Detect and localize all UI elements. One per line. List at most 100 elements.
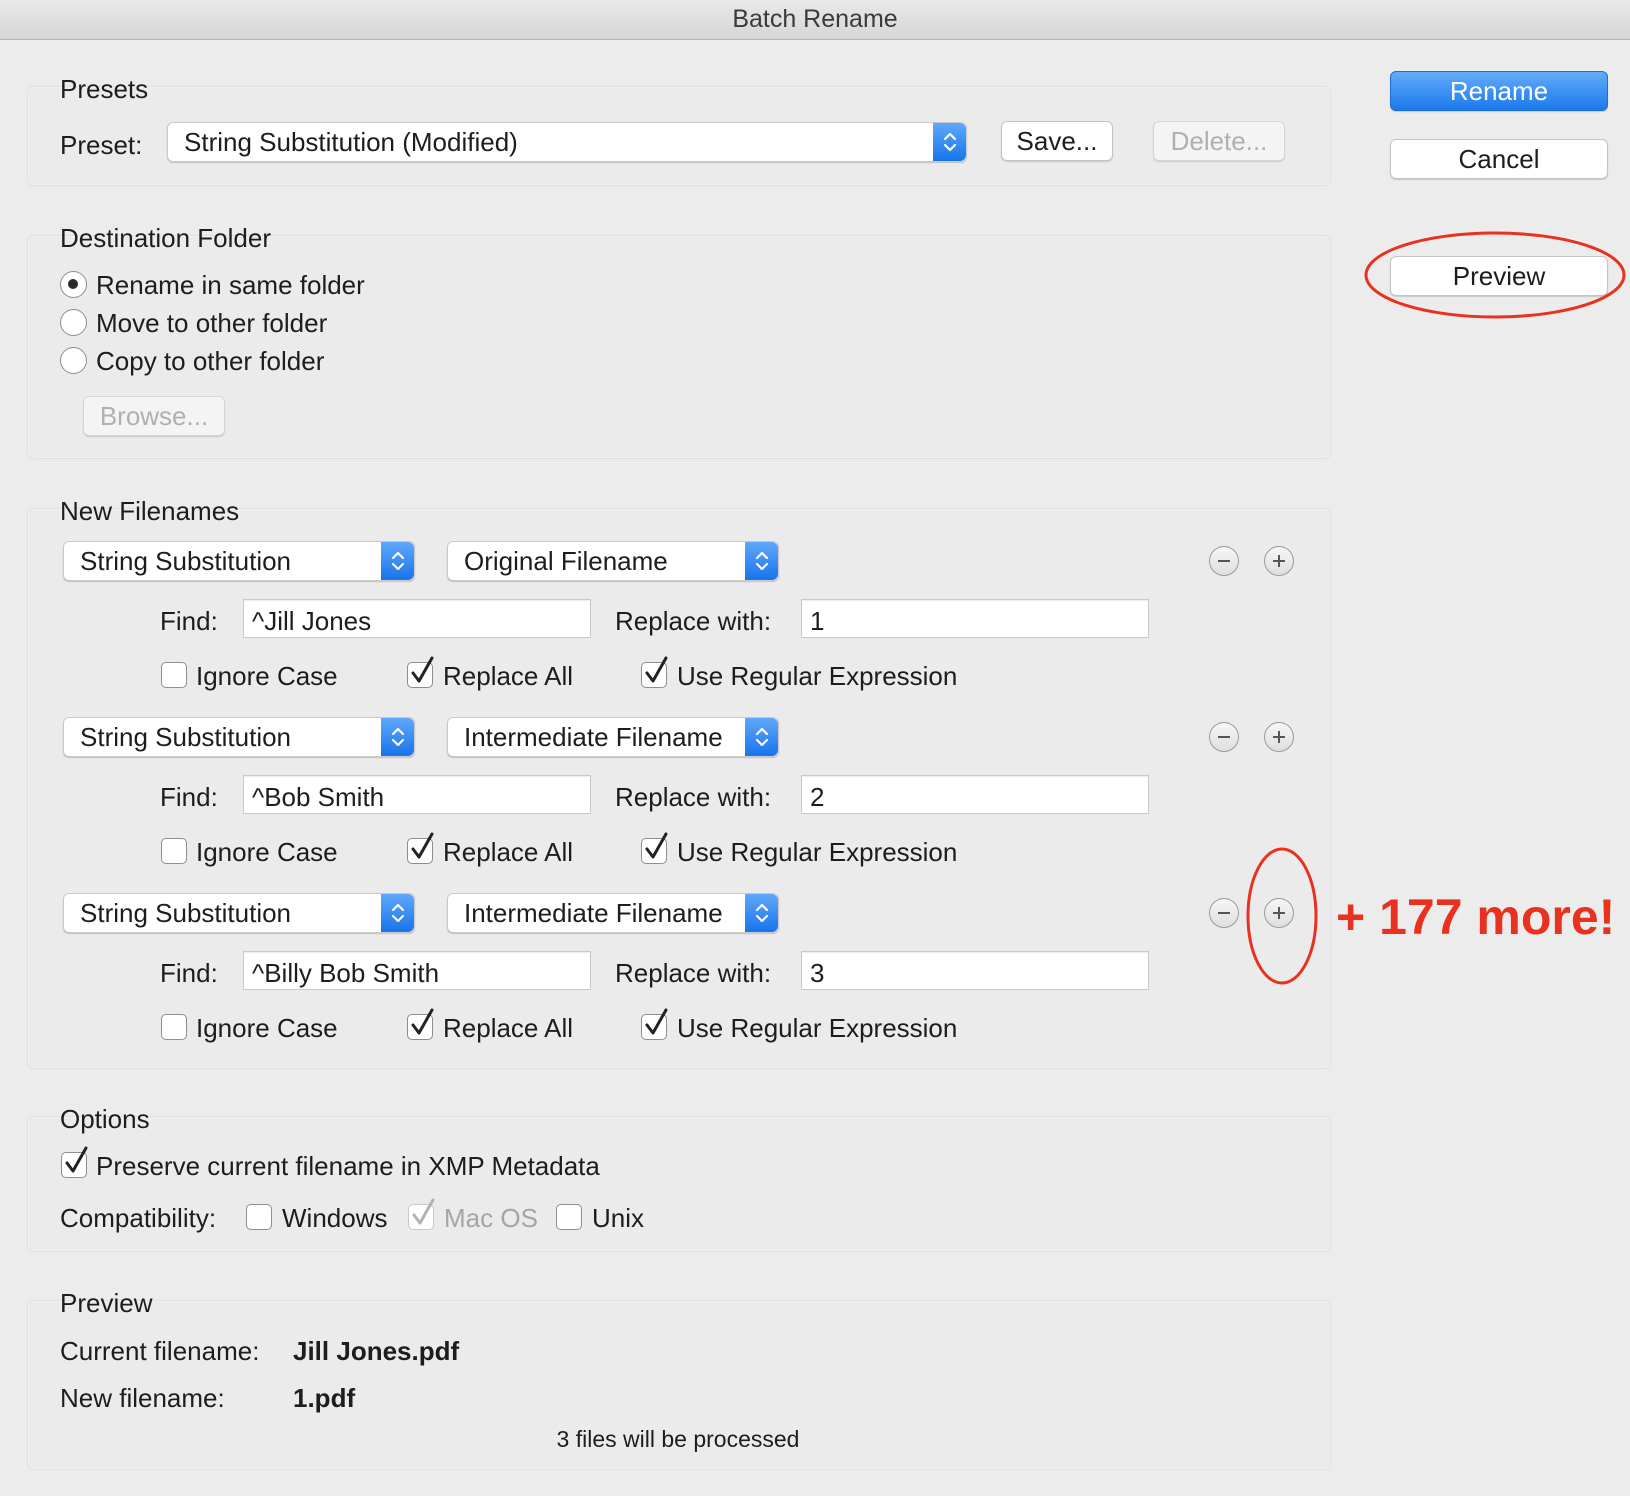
radio-selected-dot	[68, 279, 78, 289]
rename-button[interactable]: Rename	[1390, 71, 1608, 111]
chevron-updown-icon	[381, 542, 414, 580]
radio-label: Move to other folder	[96, 308, 328, 338]
use-regex-checkbox[interactable]	[641, 1008, 668, 1040]
chevron-updown-icon	[745, 894, 778, 932]
new-filenames-title: New Filenames	[60, 496, 240, 526]
minus-icon	[1218, 912, 1230, 914]
cancel-button[interactable]: Cancel	[1390, 139, 1608, 179]
use-regex-checkbox[interactable]	[641, 832, 668, 864]
replace-input[interactable]	[801, 951, 1149, 990]
save-preset-button[interactable]: Save...	[1001, 121, 1113, 161]
current-filename-value: Jill Jones.pdf	[293, 1336, 460, 1366]
ignore-case-checkbox[interactable]	[161, 662, 187, 688]
remove-rule-button[interactable]	[1209, 546, 1239, 576]
remove-rule-button[interactable]	[1209, 898, 1239, 928]
add-rule-button[interactable]	[1264, 722, 1294, 752]
preview-title: Preview	[60, 1288, 153, 1318]
new-filename-label: New filename:	[60, 1383, 225, 1413]
destination-title: Destination Folder	[60, 223, 271, 253]
replace-input[interactable]	[801, 775, 1149, 814]
replace-all-checkbox[interactable]	[407, 1008, 434, 1040]
find-input[interactable]	[243, 951, 591, 990]
annotation-text: + 177 more!	[1336, 889, 1616, 945]
ignore-case-checkbox[interactable]	[161, 1014, 187, 1040]
presets-title: Presets	[60, 74, 149, 104]
compatibility-label: Compatibility:	[60, 1203, 217, 1233]
replace-all-checkbox[interactable]	[407, 832, 434, 864]
checkbox-label: Preserve current filename in XMP Metadat…	[96, 1151, 600, 1181]
macos-checkbox[interactable]	[408, 1198, 435, 1230]
files-processed-count: 3 files will be processed	[556, 1426, 800, 1452]
preset-label: Preset:	[60, 130, 143, 160]
find-input[interactable]	[243, 599, 591, 638]
new-filename-value: 1.pdf	[293, 1383, 356, 1413]
radio-label: Rename in same folder	[96, 270, 365, 300]
add-button-highlight-circle	[1246, 847, 1318, 985]
rule-source-value: Intermediate Filename	[464, 898, 723, 928]
rule-source-select[interactable]: Intermediate Filename	[447, 893, 779, 933]
checkbox-label: Replace All	[443, 837, 574, 867]
checkbox-label: Unix	[592, 1203, 645, 1233]
radio-move-other-folder[interactable]	[60, 309, 87, 336]
checkmark-icon	[645, 832, 668, 859]
chevron-updown-icon	[745, 718, 778, 756]
checkbox-label: Windows	[282, 1203, 388, 1233]
minus-icon	[1218, 560, 1230, 562]
remove-rule-button[interactable]	[1209, 722, 1239, 752]
find-label: Find:	[160, 958, 218, 988]
chevron-updown-icon	[933, 123, 966, 161]
preview-highlight-circle	[1364, 231, 1626, 319]
rule-type-value: String Substitution	[80, 546, 292, 576]
checkmark-icon	[411, 656, 434, 683]
windows-checkbox[interactable]	[246, 1204, 272, 1230]
preset-select[interactable]: String Substitution (Modified)	[167, 122, 967, 162]
plus-icon	[1273, 731, 1285, 743]
checkbox-label: Use Regular Expression	[677, 661, 958, 691]
add-rule-button[interactable]	[1264, 546, 1294, 576]
checkbox-label: Ignore Case	[196, 837, 338, 867]
current-filename-label: Current filename:	[60, 1336, 260, 1366]
rule-source-select[interactable]: Intermediate Filename	[447, 717, 779, 757]
find-label: Find:	[160, 782, 218, 812]
rule-type-value: String Substitution	[80, 722, 292, 752]
checkmark-icon	[65, 1146, 88, 1173]
minus-icon	[1218, 736, 1230, 738]
radio-copy-other-folder[interactable]	[60, 347, 87, 374]
checkbox-label: Replace All	[443, 661, 574, 691]
preserve-filename-checkbox[interactable]	[61, 1146, 88, 1178]
checkbox-label: Use Regular Expression	[677, 1013, 958, 1043]
rule-type-select[interactable]: String Substitution	[63, 717, 415, 757]
checkmark-icon	[411, 832, 434, 859]
checkmark-icon	[645, 1008, 668, 1035]
rule-source-select[interactable]: Original Filename	[447, 541, 779, 581]
rule-type-value: String Substitution	[80, 898, 292, 928]
preset-select-value: String Substitution (Modified)	[184, 127, 518, 157]
plus-icon	[1273, 555, 1285, 567]
rule-type-select[interactable]: String Substitution	[63, 541, 415, 581]
browse-button[interactable]: Browse...	[83, 396, 225, 436]
replace-label: Replace with:	[615, 606, 772, 636]
checkbox-label: Ignore Case	[196, 1013, 338, 1043]
rule-source-value: Original Filename	[464, 546, 668, 576]
radio-label: Copy to other folder	[96, 346, 325, 376]
unix-checkbox[interactable]	[556, 1204, 582, 1230]
delete-preset-button[interactable]: Delete...	[1153, 121, 1285, 161]
find-label: Find:	[160, 606, 218, 636]
radio-rename-same-folder[interactable]	[60, 271, 87, 298]
checkbox-label: Ignore Case	[196, 661, 338, 691]
checkbox-label: Mac OS	[444, 1203, 538, 1233]
chevron-updown-icon	[381, 894, 414, 932]
find-input[interactable]	[243, 775, 591, 814]
use-regex-checkbox[interactable]	[641, 656, 668, 688]
checkmark-icon	[412, 1198, 435, 1225]
ignore-case-checkbox[interactable]	[161, 838, 187, 864]
replace-all-checkbox[interactable]	[407, 656, 434, 688]
options-group	[27, 1116, 1331, 1252]
replace-input[interactable]	[801, 599, 1149, 638]
rule-type-select[interactable]: String Substitution	[63, 893, 415, 933]
checkmark-icon	[645, 656, 668, 683]
window-title: Batch Rename	[0, 0, 1630, 40]
replace-label: Replace with:	[615, 782, 772, 812]
rule-source-value: Intermediate Filename	[464, 722, 723, 752]
chevron-updown-icon	[381, 718, 414, 756]
